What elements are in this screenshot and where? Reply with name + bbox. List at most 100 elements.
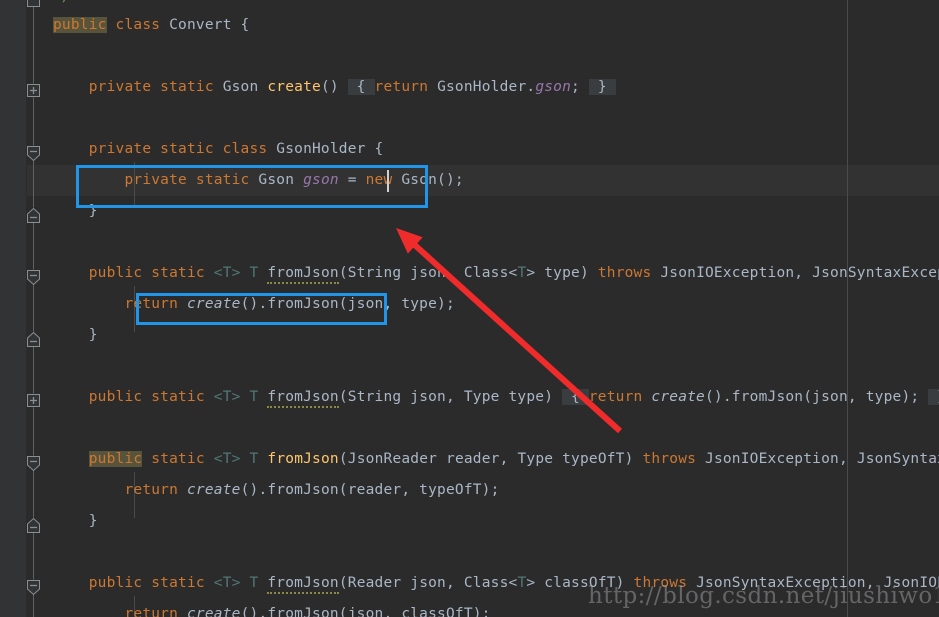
fold-rail-segment <box>33 408 34 455</box>
code-token: (JsonReader reader, Type typeOfT) <box>338 451 643 467</box>
code-token: Gson <box>213 79 268 95</box>
code-line[interactable]: public static <T> T fromJson(JsonReader … <box>53 444 939 475</box>
code-token: { <box>347 79 375 95</box>
fold-expanded-start-icon[interactable] <box>26 455 41 472</box>
code-token: = <box>338 172 366 188</box>
fold-expanded-end-icon[interactable] <box>26 207 41 223</box>
code-token: GsonHolder { <box>267 141 384 157</box>
code-token: > type) <box>526 265 598 281</box>
code-line[interactable]: private static Gson create() { return Gs… <box>53 72 616 103</box>
code-line[interactable]: } <box>53 506 98 537</box>
code-token: throws <box>642 451 697 467</box>
code-token: } <box>928 389 939 405</box>
code-token: private static <box>124 172 250 188</box>
editor-gutter[interactable] <box>0 0 26 617</box>
code-token: public <box>88 451 143 467</box>
code-token: JsonIOException, JsonSyntaxException { <box>705 451 939 467</box>
code-token: (Reader json, Class< <box>338 575 518 591</box>
code-line[interactable]: } <box>53 196 98 227</box>
code-token: class <box>115 17 161 33</box>
text-caret <box>387 170 389 192</box>
code-token: ().fromJson(json, type); <box>705 389 929 405</box>
fold-expanded-end-icon[interactable] <box>26 517 41 533</box>
fold-collapsed-icon[interactable] <box>26 83 41 98</box>
code-line[interactable]: public static <T> T fromJson(String json… <box>53 382 939 413</box>
code-token: <T> <box>213 265 241 281</box>
code-token: JsonIOException, JsonSyntaxException { <box>660 265 939 281</box>
code-token: return <box>588 389 643 405</box>
code-token: return <box>124 296 179 312</box>
fold-expanded-end-icon[interactable] <box>26 331 41 347</box>
code-line[interactable]: return create().fromJson(reader, typeOfT… <box>53 475 500 506</box>
code-token: return <box>124 482 179 498</box>
code-token: } <box>53 203 98 219</box>
code-line[interactable]: private static Gson gson = new Gson(); <box>53 165 464 196</box>
code-token: create <box>267 79 321 95</box>
code-token: Gson(); <box>392 172 464 188</box>
code-token: public static <box>88 389 205 405</box>
fold-expanded-start-icon[interactable] <box>26 579 41 596</box>
code-token: ; <box>571 79 589 95</box>
code-token: create <box>186 606 241 617</box>
code-token: ().fromJson(json, classOfT); <box>240 606 491 617</box>
code-token: (String json, Class< <box>338 265 518 281</box>
code-token: create <box>186 482 241 498</box>
code-token: } <box>588 79 616 95</box>
code-line[interactable]: public class Convert { <box>53 10 250 41</box>
fold-rail-segment <box>33 0 34 83</box>
fold-expanded-start-icon[interactable] <box>26 145 41 162</box>
code-token: () <box>320 79 348 95</box>
code-token: } <box>53 513 98 529</box>
code-text-area[interactable]: */ public class Convert { private static … <box>27 0 939 617</box>
code-token: ().fromJson(reader, typeOfT); <box>240 482 500 498</box>
code-line[interactable]: return create().fromJson(json, classOfT)… <box>53 599 491 617</box>
code-token: public static <box>88 575 205 591</box>
code-token: Gson <box>249 172 304 188</box>
code-line[interactable]: public static <T> T fromJson(String json… <box>53 258 939 289</box>
code-line[interactable]: private static class GsonHolder { <box>53 134 384 165</box>
code-token: GsonHolder. <box>428 79 536 95</box>
code-token: gson <box>535 79 572 95</box>
fold-class-end-icon[interactable] <box>26 0 41 8</box>
code-line[interactable]: return create().fromJson(json, type); <box>53 289 455 320</box>
code-token: */ <box>53 0 71 5</box>
code-token: fromJson <box>267 389 339 408</box>
fold-rail-segment <box>33 346 34 393</box>
code-line[interactable]: } <box>53 320 98 351</box>
fold-rail-segment <box>33 222 34 269</box>
watermark-text: http://blog.csdn.net/jiushiwo12340 <box>588 583 939 609</box>
code-token: Convert { <box>160 17 250 33</box>
code-token: <T> <box>213 451 241 467</box>
code-token: fromJson <box>267 575 339 594</box>
code-token: public <box>53 17 107 33</box>
code-token: throws <box>597 265 652 281</box>
fold-collapsed-icon[interactable] <box>26 393 41 408</box>
code-token: create <box>186 296 241 312</box>
code-token: create <box>651 389 705 405</box>
fold-rail-segment <box>33 594 34 617</box>
code-token: <T> <box>213 389 241 405</box>
fold-rail-segment <box>33 470 34 517</box>
fold-expanded-start-icon[interactable] <box>26 269 41 286</box>
code-token: { <box>562 389 589 405</box>
